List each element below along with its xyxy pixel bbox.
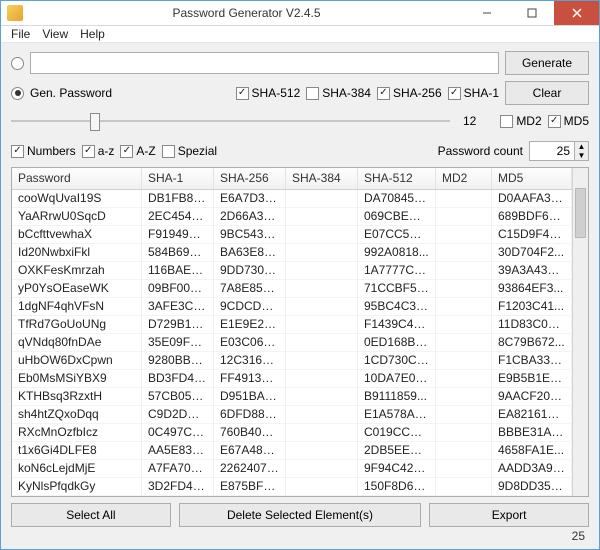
footer-count: 25 [11,527,589,543]
table-row[interactable]: cooWqUvaI19SDB1FB814...E6A7D3A5...DA7084… [12,190,572,208]
table-row[interactable]: OXKFesKmrzah116BAEFD...9DD730F9...1A7777… [12,262,572,280]
window-title: Password Generator V2.4.5 [29,6,464,20]
table-row[interactable]: uHbOW6DxCpwn9280BB03...12C316FB...1CD730… [12,352,572,370]
chk-sha1[interactable] [448,87,461,100]
table-row[interactable]: bCcfttvewhaXF919499B...9BC5431F...E07CC5… [12,226,572,244]
chk-sha384[interactable] [306,87,319,100]
col-sha384[interactable]: SHA-384 [286,168,358,189]
clear-button[interactable]: Clear [505,81,589,105]
menu-file[interactable]: File [7,26,34,42]
col-md2[interactable]: MD2 [436,168,492,189]
table-row[interactable]: YaARrwU0SqcD2EC454D2...2D66A3C7...069CBE… [12,208,572,226]
table-row[interactable]: KyNlsPfqdkGy3D2FD41C...E875BFF5...150F8D… [12,478,572,496]
table-row[interactable]: yP0YsOEaseWK09BF000D...7A8E8532...71CCBF… [12,280,572,298]
length-value: 12 [456,114,476,128]
titlebar: Password Generator V2.4.5 [1,1,599,26]
scrollbar[interactable] [572,168,588,496]
table-row[interactable]: RXcMnOzfbIcz0C497C63...760B40AC...C019CC… [12,424,572,442]
chk-az[interactable] [82,145,95,158]
custom-input[interactable] [30,52,499,74]
chk-sha512[interactable] [236,87,249,100]
table-row[interactable]: t1x6Gi4DLFE8AA5E83EB...E67A48C6...2DB5EE… [12,442,572,460]
delete-button[interactable]: Delete Selected Element(s) [179,503,421,527]
menu-help[interactable]: Help [76,26,109,42]
export-button[interactable]: Export [429,503,589,527]
chk-md5[interactable] [548,115,561,128]
chk-numbers[interactable] [11,145,24,158]
gen-password-label: Gen. Password [30,86,112,100]
chevron-up-icon[interactable]: ▲ [575,142,588,151]
radio-gen-password[interactable] [11,87,24,100]
maximize-button[interactable] [509,1,554,25]
menu-view[interactable]: View [38,26,72,42]
radio-custom-input[interactable] [11,57,24,70]
col-password[interactable]: Password [12,168,142,189]
col-sha512[interactable]: SHA-512 [358,168,436,189]
table-row[interactable]: sh4htZQxoDqqC9D2DC66...6DFD8877...E1A578… [12,406,572,424]
table-row[interactable]: Id20NwbxiFkl584B69FF...BA63E8B5...992A08… [12,244,572,262]
col-sha256[interactable]: SHA-256 [214,168,286,189]
close-button[interactable] [554,1,599,25]
generate-button[interactable]: Generate [505,51,589,75]
chevron-down-icon[interactable]: ▼ [575,151,588,160]
chk-AZ[interactable] [120,145,133,158]
table-row[interactable]: 1dgNF4qhVFsN3AFE3CFB...9CDCD184...95BC4C… [12,298,572,316]
chk-md2[interactable] [500,115,513,128]
menubar: File View Help [1,26,599,43]
table-row[interactable]: qVNdq80fnDAe35E09F57...E03C0600...0ED168… [12,334,572,352]
results-table: Password SHA-1 SHA-256 SHA-384 SHA-512 M… [11,167,589,497]
col-md5[interactable]: MD5 [492,168,572,189]
minimize-button[interactable] [464,1,509,25]
app-icon [7,5,23,21]
table-row[interactable]: koN6cLejdMjEA7FA7087...22624072...9F94C4… [12,460,572,478]
length-slider[interactable] [11,111,450,131]
count-label: Password count [438,144,523,158]
table-row[interactable]: Eb0MsMSiYBX9BD3FD44B...FF491355...10DA7E… [12,370,572,388]
table-row[interactable]: KTHBsq3RzxtH57CB052A...D951BAEE...B91118… [12,388,572,406]
chk-spezial[interactable] [162,145,175,158]
chk-sha256[interactable] [377,87,390,100]
col-sha1[interactable]: SHA-1 [142,168,214,189]
select-all-button[interactable]: Select All [11,503,171,527]
count-spinner[interactable]: 25 ▲▼ [529,141,589,161]
table-row[interactable]: TfRd7GoUoUNgD729B1EC...E1E9E2B8...F1439C… [12,316,572,334]
